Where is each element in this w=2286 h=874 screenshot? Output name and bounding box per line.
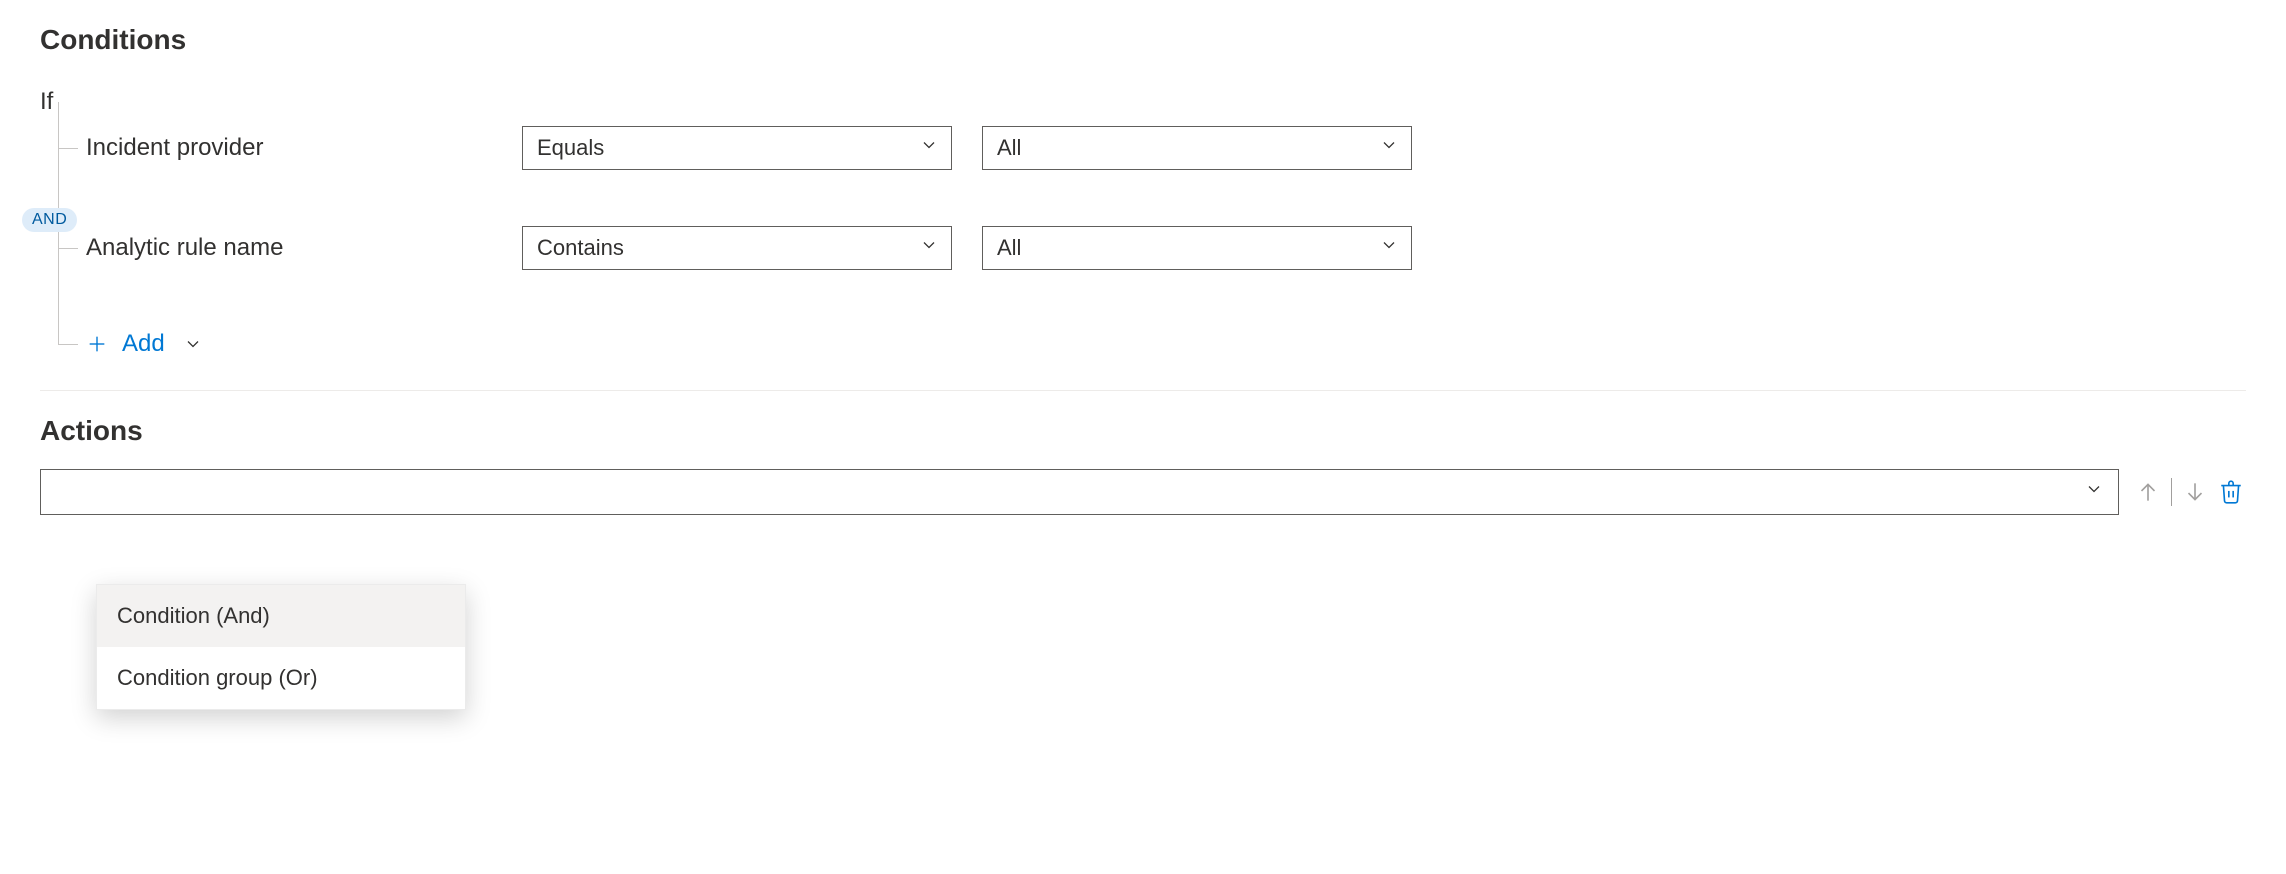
- conditions-if-label: If: [40, 88, 2246, 116]
- trash-icon: [2218, 479, 2244, 505]
- condition-operator-value: Equals: [537, 135, 604, 161]
- plus-icon: [86, 333, 108, 355]
- action-select[interactable]: [40, 469, 2119, 515]
- chevron-down-icon: [1379, 235, 1399, 261]
- condition-value-text: All: [997, 235, 1021, 261]
- condition-value-select[interactable]: All: [982, 226, 1412, 270]
- actions-section: Actions: [40, 415, 2246, 515]
- chevron-down-icon: [2084, 479, 2104, 505]
- move-down-button[interactable]: [2180, 477, 2210, 507]
- condition-row: Incident provider Equals All: [62, 126, 2246, 170]
- add-condition-menu: Condition (And) Condition group (Or): [96, 584, 466, 710]
- actions-heading: Actions: [40, 415, 2246, 447]
- chevron-down-icon: [183, 334, 203, 354]
- add-menu-item-condition-and[interactable]: Condition (And): [97, 585, 465, 647]
- add-condition-button[interactable]: Add: [86, 330, 203, 358]
- condition-value-text: All: [997, 135, 1021, 161]
- condition-operator-select[interactable]: Contains: [522, 226, 952, 270]
- arrow-down-icon: [2182, 479, 2208, 505]
- action-reorder-controls: [2133, 477, 2246, 507]
- condition-operator-select[interactable]: Equals: [522, 126, 952, 170]
- move-up-button[interactable]: [2133, 477, 2163, 507]
- chevron-down-icon: [919, 135, 939, 161]
- chevron-down-icon: [1379, 135, 1399, 161]
- add-condition-row: Add: [62, 326, 2246, 362]
- actions-row: [40, 469, 2246, 515]
- condition-value-select[interactable]: All: [982, 126, 1412, 170]
- condition-label: Analytic rule name: [62, 234, 492, 262]
- conditions-section: Conditions If AND Incident provider Equa…: [40, 24, 2246, 391]
- condition-label: Incident provider: [62, 134, 492, 162]
- add-condition-label: Add: [122, 330, 165, 358]
- condition-operator-value: Contains: [537, 235, 624, 261]
- chevron-down-icon: [919, 235, 939, 261]
- section-divider: [40, 390, 2246, 391]
- vertical-separator: [2171, 478, 2172, 506]
- conditions-heading: Conditions: [40, 24, 2246, 56]
- arrow-up-icon: [2135, 479, 2161, 505]
- delete-action-button[interactable]: [2216, 477, 2246, 507]
- add-menu-item-condition-group-or[interactable]: Condition group (Or): [97, 647, 465, 709]
- conditions-and-pill: AND: [22, 208, 77, 232]
- conditions-tree: AND Incident provider Equals All Analyti…: [40, 126, 2246, 362]
- condition-row: Analytic rule name Contains All: [62, 226, 2246, 270]
